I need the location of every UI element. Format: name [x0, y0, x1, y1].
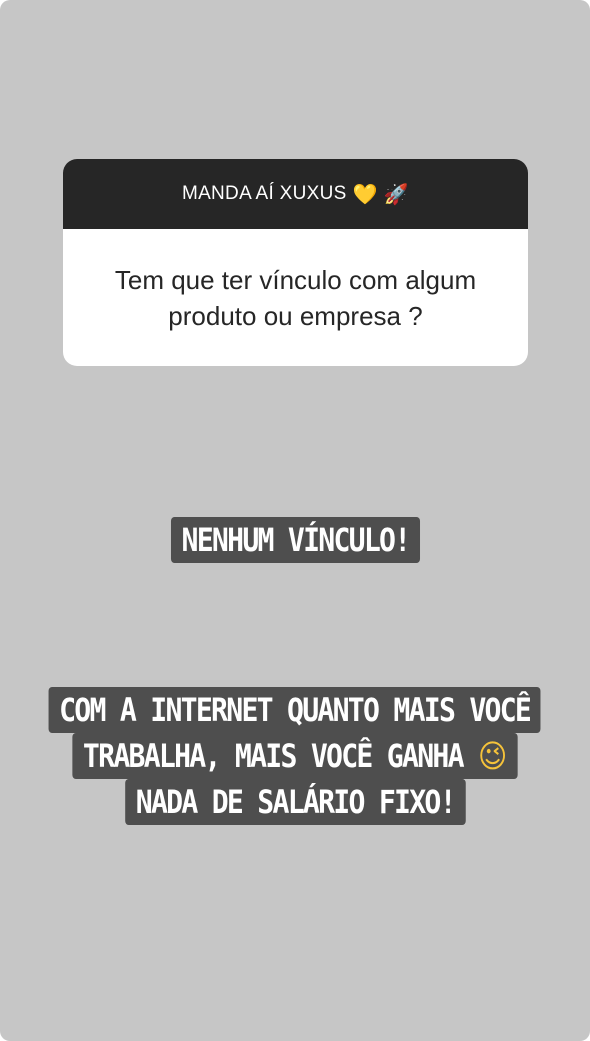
explanation-line-1: COM A INTERNET QUANTO MAIS VOCÊ — [48, 687, 542, 733]
question-sticker-header: MANDA AÍ XUXUS 💛 🚀 — [63, 159, 528, 229]
answer-caption: NENHUM VÍNCULO! — [0, 517, 590, 563]
explanation-line-2-text: TRABALHA, MAIS VOCÊ GANHA — [82, 737, 465, 775]
story-canvas: MANDA AÍ XUXUS 💛 🚀 Tem que ter vínculo c… — [0, 0, 590, 1041]
rocket-icon: 🚀 — [383, 182, 410, 206]
question-text: Tem que ter vínculo com algum produto ou… — [114, 264, 477, 331]
explanation-caption: COM A INTERNET QUANTO MAIS VOCÊ TRABALHA… — [0, 687, 590, 825]
question-sticker-body: Tem que ter vínculo com algum produto ou… — [63, 229, 528, 366]
explanation-line-2: TRABALHA, MAIS VOCÊ GANHA 😉 — [72, 733, 518, 779]
yellow-heart-icon: 💛 — [352, 182, 378, 206]
explanation-line-3: NADA DE SALÁRIO FIXO! — [124, 779, 466, 825]
question-sticker-title: MANDA AÍ XUXUS — [181, 183, 347, 204]
question-sticker[interactable]: MANDA AÍ XUXUS 💛 🚀 Tem que ter vínculo c… — [63, 159, 528, 366]
answer-caption-text: NENHUM VÍNCULO! — [170, 517, 420, 563]
winking-face-icon: 😉 — [477, 737, 508, 775]
